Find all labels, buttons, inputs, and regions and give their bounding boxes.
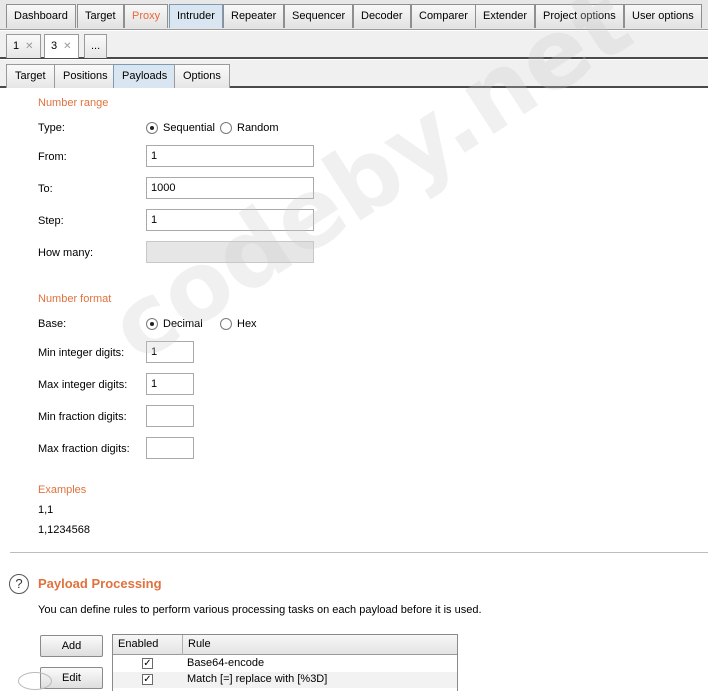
to-label: To: (38, 183, 53, 195)
attack-tab-label: 1 (13, 40, 20, 52)
rule-text: Base64-encode (187, 657, 265, 669)
min-fraction-digits-input[interactable] (146, 405, 194, 427)
sequential-label: Sequential (163, 122, 215, 134)
subtab-payloads[interactable]: Payloads (113, 64, 177, 88)
random-radio[interactable] (220, 122, 232, 134)
subtab-positions[interactable]: Positions (54, 64, 117, 88)
max-integer-digits-label: Max integer digits: (38, 379, 128, 391)
close-icon[interactable]: ✕ (63, 41, 71, 52)
table-row[interactable]: ✓ Match [=] replace with [%3D] (113, 672, 457, 688)
example-value: 1,1234568 (38, 524, 90, 536)
processing-rules-table: Enabled Rule ✓ Base64-encode ✓ Match [=]… (112, 634, 458, 691)
base-label: Base: (38, 318, 67, 330)
tab-dashboard[interactable]: Dashboard (6, 4, 76, 28)
tab-decoder[interactable]: Decoder (353, 4, 411, 28)
section-divider (10, 552, 708, 553)
step-label: Step: (38, 215, 64, 227)
subtab-options[interactable]: Options (174, 64, 230, 88)
table-row[interactable]: ✓ Base64-encode (113, 656, 457, 672)
from-label: From: (38, 151, 67, 163)
sequential-radio[interactable] (146, 122, 158, 134)
help-icon[interactable]: ? (9, 574, 29, 594)
payload-processing-description: You can define rules to perform various … (38, 604, 482, 616)
table-header: Enabled Rule (113, 635, 457, 655)
tab-comparer[interactable]: Comparer (411, 4, 476, 28)
type-label: Type: (38, 122, 65, 134)
how-many-label: How many: (38, 247, 94, 259)
tab-user-options[interactable]: User options (624, 4, 702, 28)
max-fraction-digits-input[interactable] (146, 437, 194, 459)
corner-logo-icon (18, 672, 52, 690)
tab-intruder[interactable]: Intruder (169, 4, 223, 28)
enabled-checkbox[interactable]: ✓ (142, 674, 153, 685)
min-integer-digits-label: Min integer digits: (38, 347, 125, 359)
rule-text: Match [=] replace with [%3D] (187, 673, 328, 685)
example-value: 1,1 (38, 504, 54, 516)
tab-target[interactable]: Target (77, 4, 124, 28)
close-icon[interactable]: ✕ (25, 41, 33, 52)
payload-processing-title: Payload Processing (38, 576, 162, 591)
min-fraction-digits-label: Min fraction digits: (38, 411, 127, 423)
tab-proxy[interactable]: Proxy (124, 4, 169, 28)
column-enabled[interactable]: Enabled (113, 635, 183, 655)
tab-sequencer[interactable]: Sequencer (284, 4, 354, 28)
enabled-checkbox[interactable]: ✓ (142, 658, 153, 669)
attack-tab-3[interactable]: 3 ✕ (44, 34, 79, 58)
tab-repeater[interactable]: Repeater (223, 4, 285, 28)
attack-tab-1[interactable]: 1 ✕ (6, 34, 41, 58)
attack-tab-label: 3 (51, 40, 58, 52)
max-fraction-digits-label: Max fraction digits: (38, 443, 130, 455)
number-range-title: Number range (38, 97, 109, 109)
subtab-target[interactable]: Target (6, 64, 55, 88)
examples-title: Examples (38, 484, 87, 496)
column-rule[interactable]: Rule (183, 635, 457, 655)
add-rule-button[interactable]: Add (40, 635, 103, 657)
random-label: Random (237, 122, 279, 134)
attack-tab-new[interactable]: ... (84, 34, 108, 58)
